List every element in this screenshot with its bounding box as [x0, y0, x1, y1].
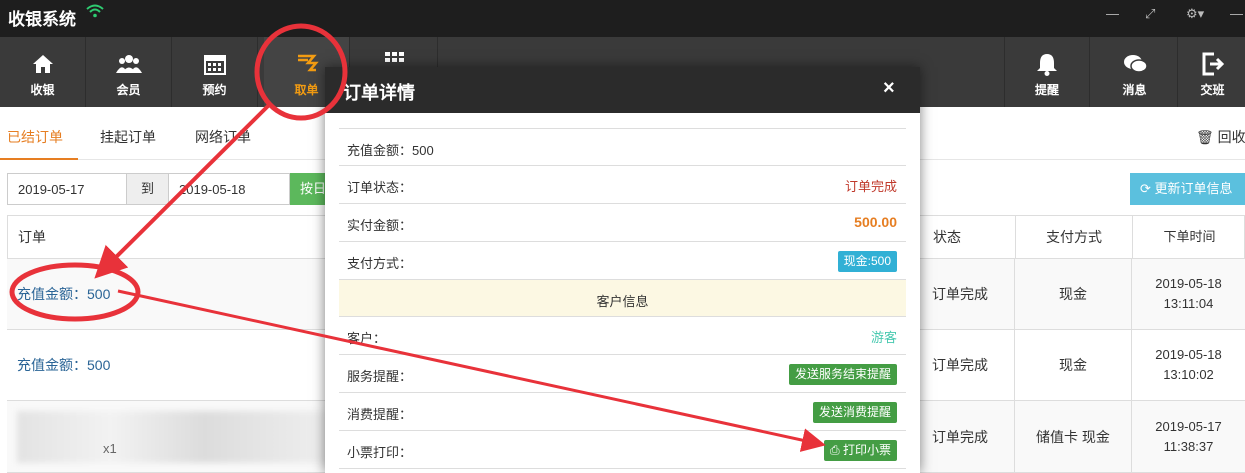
paid-label: 实付金额： — [347, 218, 413, 233]
nav-label: 会员 — [116, 83, 141, 97]
close-window-icon[interactable]: — — [1230, 6, 1243, 21]
nav-label: 预约 — [202, 83, 227, 97]
header-time: 下单时间 — [1132, 216, 1245, 258]
receipt-label: 小票打印： — [347, 445, 413, 460]
fullscreen-icon[interactable]: ⤢ — [1145, 6, 1155, 22]
home-icon — [32, 55, 53, 73]
bell-icon — [1037, 54, 1057, 76]
order-time: 2019-05-18 13:11:04 — [1131, 259, 1245, 329]
order-status: 订单完成 — [932, 286, 988, 302]
order-pay: 现金 — [1014, 259, 1131, 329]
send-service-end-button[interactable]: 发送服务结束提醒 — [788, 364, 897, 385]
pay-method-badge: 现金:500 — [837, 251, 897, 272]
order-date: 2019-05-18 — [1155, 276, 1222, 291]
consume-remind-row: 消费提醒： 发送消费提醒 — [339, 393, 906, 431]
order-date: 2019-05-18 — [1155, 347, 1222, 362]
paid-row: 实付金额： 500.00 — [339, 204, 906, 242]
recharge-row: 充值金额：500 — [339, 128, 906, 166]
nav-handover[interactable]: 交班 — [1180, 37, 1245, 107]
customer-label: 客户： — [347, 331, 387, 346]
status-value: 订单完成 — [844, 179, 897, 194]
print-receipt-label: 打印小票 — [842, 443, 891, 457]
tab-settled-orders[interactable]: 已结订单 — [7, 127, 63, 147]
nav-remind[interactable]: 提醒 — [1004, 37, 1090, 107]
nav-member[interactable]: 会员 — [86, 37, 172, 107]
pay-method-label: 支付方式： — [347, 256, 413, 271]
order-status: 订单完成 — [932, 357, 988, 373]
recycle-bin-link[interactable]: 🗑 回收站 — [1196, 127, 1245, 147]
consume-remind-label: 消费提醒： — [347, 407, 413, 422]
print-icon: ⎙ — [830, 443, 840, 457]
users-icon — [115, 55, 142, 73]
modal-title: 订单详情 — [343, 83, 415, 103]
modal-header: 订单详情 × — [325, 67, 920, 113]
date-range-to-label: 到 — [127, 173, 168, 205]
recycle-label: 回收站 — [1217, 129, 1245, 145]
header-status: 状态 — [933, 229, 961, 245]
order-detail-modal: 订单详情 × 充值金额：500 订单状态： 订单完成 实付金额： 500.00 … — [325, 67, 920, 473]
order-pay: 储值卡 现金 — [1014, 401, 1131, 472]
refresh-label: 更新订单信息 — [1154, 181, 1233, 196]
order-link[interactable]: x1 — [7, 401, 329, 472]
nav-label: 提醒 — [1034, 83, 1059, 97]
minimize-icon[interactable]: — — [1106, 6, 1119, 21]
close-icon[interactable]: × — [883, 77, 895, 100]
settings-dropdown-icon[interactable]: ⚙▾ — [1186, 6, 1204, 22]
header-pay: 支付方式 — [1015, 216, 1132, 258]
calendar-icon — [203, 55, 226, 75]
order-time: 2019-05-17 11:38:37 — [1131, 401, 1245, 472]
refresh-orders-button[interactable]: ⟳ 更新订单信息 — [1130, 173, 1245, 205]
order-qty: x1 — [103, 441, 117, 456]
active-tab-indicator — [0, 158, 78, 160]
nav-label: 交班 — [1200, 83, 1225, 97]
print-receipt-button[interactable]: ⎙ 打印小票 — [824, 440, 897, 461]
paid-amount: 500.00 — [854, 214, 897, 230]
recharge-text: 充值金额：500 — [347, 143, 434, 158]
customer-value: 游客 — [870, 330, 897, 345]
date-from-input[interactable]: 2019-05-17 — [7, 173, 127, 205]
order-status: 订单完成 — [932, 428, 988, 445]
customer-section-header: 客户信息 — [339, 280, 906, 317]
order-time: 2019-05-18 13:10:02 — [1131, 330, 1245, 400]
receipt-row: 小票打印： ⎙ 打印小票 — [339, 431, 906, 469]
nav-booking[interactable]: 预约 — [172, 37, 258, 107]
order-date: 2019-05-17 — [1155, 418, 1222, 434]
wifi-icon — [86, 4, 104, 18]
status-label: 订单状态： — [347, 180, 413, 195]
logout-icon — [1202, 52, 1224, 76]
service-remind-row: 服务提醒： 发送服务结束提醒 — [339, 355, 906, 393]
nav-label: 收银 — [30, 83, 55, 97]
order-link[interactable]: 充值金额：500 — [7, 330, 322, 400]
order-clock: 13:11:04 — [1163, 296, 1214, 311]
customer-row: 客户： 游客 — [339, 317, 906, 355]
header-order: 订单 — [18, 229, 46, 245]
nav-cashier[interactable]: 收银 — [0, 37, 86, 107]
nav-label: 取单 — [294, 83, 319, 97]
takeorder-icon — [297, 54, 319, 72]
service-remind-label: 服务提醒： — [347, 369, 413, 384]
send-consume-button[interactable]: 发送消费提醒 — [812, 402, 897, 423]
chat-icon — [1123, 55, 1148, 73]
top-bar: 收银系统 — ⤢ ⚙▾ — — [0, 0, 1245, 37]
customer-section-title: 客户信息 — [596, 294, 649, 309]
nav-message[interactable]: 消息 — [1092, 37, 1178, 107]
date-to-input[interactable]: 2019-05-18 — [168, 173, 290, 205]
trash-icon: 🗑 — [1196, 129, 1214, 145]
tab-online-orders[interactable]: 网络订单 — [195, 127, 251, 147]
order-link[interactable]: 充值金额：500 — [7, 259, 322, 329]
pay-method-row: 支付方式： 现金:500 — [339, 242, 906, 280]
nav-label: 消息 — [1122, 83, 1147, 97]
refresh-icon: ⟳ — [1140, 181, 1151, 196]
order-pay: 现金 — [1014, 330, 1131, 400]
blurred-order-text — [17, 411, 329, 463]
order-clock: 11:38:37 — [1163, 438, 1214, 454]
status-row: 订单状态： 订单完成 — [339, 166, 906, 204]
app-title: 收银系统 — [8, 10, 76, 29]
order-clock: 13:10:02 — [1163, 367, 1214, 382]
tab-suspended-orders[interactable]: 挂起订单 — [100, 127, 156, 147]
